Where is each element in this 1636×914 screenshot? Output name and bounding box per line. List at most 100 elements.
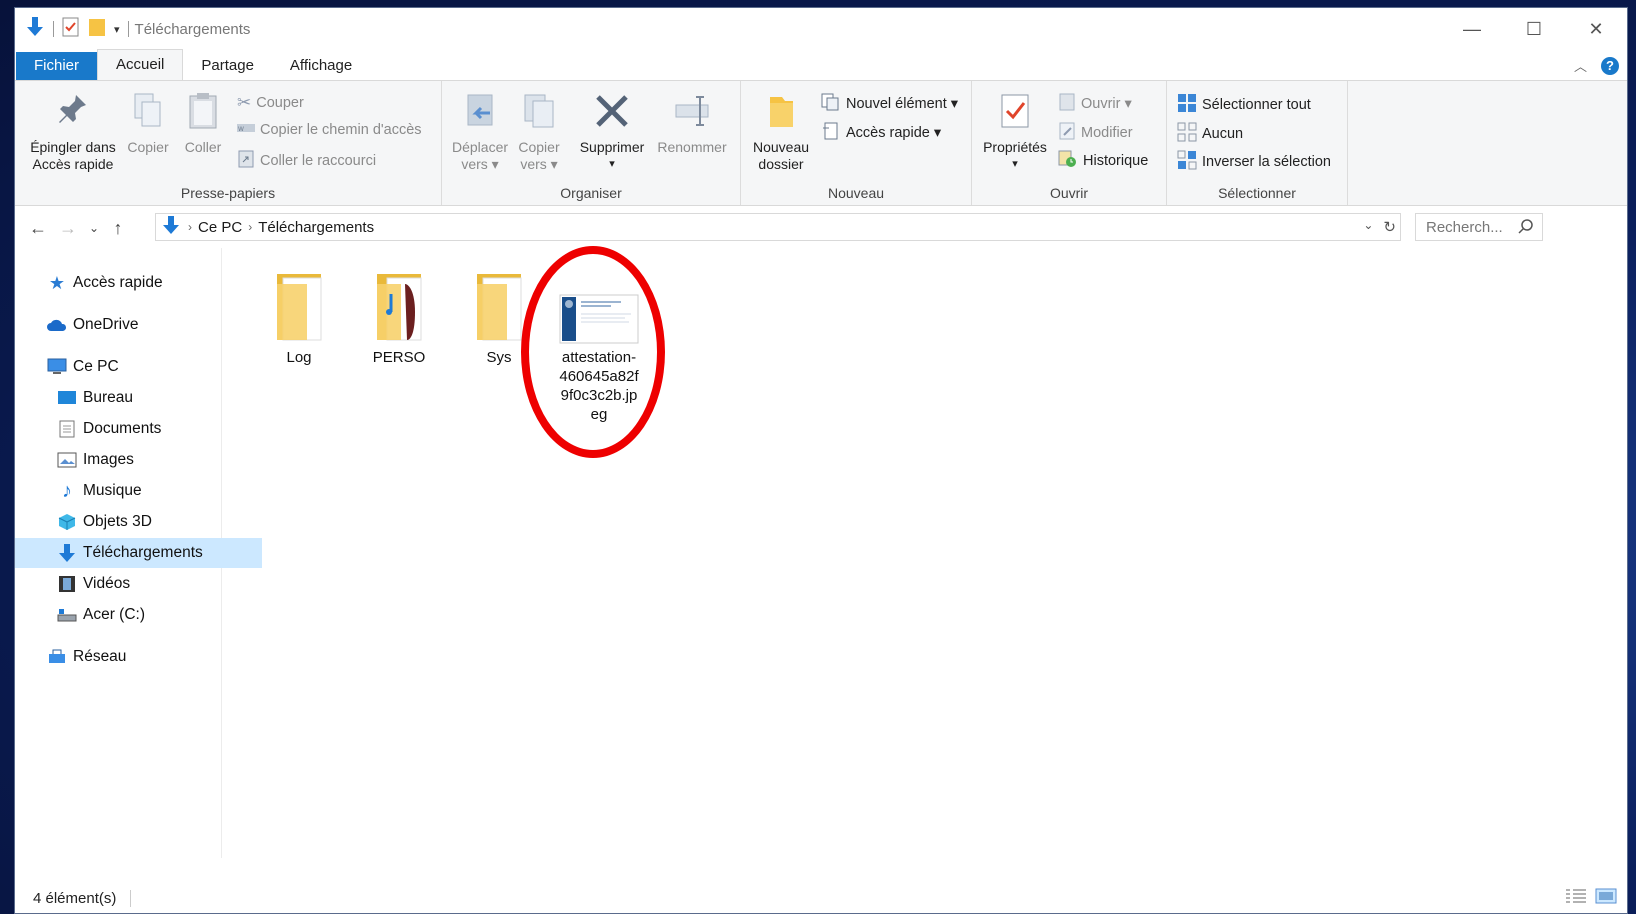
recent-locations-chevron-icon[interactable]: ⌄ (83, 221, 105, 235)
large-icons-view-icon[interactable] (1595, 888, 1617, 908)
paste-shortcut-button[interactable]: Coller le raccourci (237, 150, 376, 172)
copy-to-label-1: Copier (518, 139, 560, 155)
tab-affichage[interactable]: Affichage (272, 52, 370, 80)
folder-log[interactable]: Log (251, 266, 347, 367)
nav-label: Bureau (83, 389, 133, 406)
file-list: Log PERSO Sys attestation- 460645a82f 9f… (223, 248, 1627, 858)
ribbon-tabs: Fichier Accueil Partage Affichage ︿ ? (15, 49, 1627, 80)
open-button[interactable]: Ouvrir ▾ (1058, 93, 1132, 115)
tab-partage[interactable]: Partage (183, 52, 272, 80)
download-arrow-icon (25, 16, 45, 42)
delete-dropdown-icon[interactable]: ▾ (574, 156, 650, 173)
copy-path-icon: W (237, 122, 255, 138)
copy-button[interactable]: Copier (123, 91, 173, 156)
rename-button[interactable]: Renommer (652, 91, 732, 156)
maximize-button[interactable]: ☐ (1503, 8, 1565, 50)
properties-label: Propriétés (983, 139, 1047, 155)
delete-button[interactable]: Supprimer ▾ (574, 91, 650, 173)
back-arrow-icon[interactable]: ← (23, 218, 53, 239)
refresh-icon[interactable]: ↻ (1383, 218, 1396, 236)
nav-label: Acer (C:) (83, 606, 145, 623)
history-icon (1058, 150, 1078, 172)
nav-item-quick-access[interactable]: ★ Accès rapide (15, 268, 252, 298)
window-title: Téléchargements (134, 20, 251, 38)
search-placeholder: Recherch... (1426, 218, 1503, 236)
star-icon: ★ (48, 272, 66, 293)
copy-path-button[interactable]: W Copier le chemin d'accès (237, 122, 422, 138)
help-icon[interactable]: ? (1601, 56, 1619, 75)
edit-label: Modifier (1081, 125, 1133, 141)
copy-to-button[interactable]: Copier vers ▾ (512, 91, 566, 173)
address-dropdown-icon[interactable]: ⌄ (1363, 218, 1373, 236)
minimize-button[interactable]: — (1441, 8, 1503, 50)
group-label-clipboard: Presse-papiers (180, 185, 276, 201)
file-name: PERSO (372, 349, 426, 366)
network-icon (47, 648, 67, 666)
folder-perso[interactable]: PERSO (351, 266, 447, 367)
group-open: Propriétés ▾ Ouvrir ▾ Modifier Historiqu… (972, 81, 1167, 205)
new-item-button[interactable]: Nouvel élément ▾ (821, 93, 958, 115)
details-view-icon[interactable] (1565, 888, 1587, 908)
breadcrumb-ce-pc[interactable]: Ce PC (198, 219, 242, 236)
select-all-icon (1177, 93, 1197, 117)
group-organize: Déplacer vers ▾ Copier vers ▾ Supprimer … (442, 81, 741, 205)
group-new: Nouveau dossier Nouvel élément ▾ Accès r… (741, 81, 972, 205)
cube-3d-icon (57, 513, 77, 531)
documents-icon (57, 420, 77, 438)
invert-selection-button[interactable]: Inverser la sélection (1177, 150, 1331, 174)
nav-label: OneDrive (73, 316, 139, 333)
highlight-circle (521, 246, 665, 458)
paste-button[interactable]: Coller (175, 91, 231, 156)
move-label-2: vers ▾ (461, 156, 499, 172)
nav-item-reseau[interactable]: Réseau (15, 642, 252, 672)
properties-icon (976, 91, 1054, 135)
select-none-button[interactable]: Aucun (1177, 122, 1243, 146)
nav-label: Accès rapide (73, 274, 163, 291)
tab-accueil[interactable]: Accueil (97, 49, 184, 80)
select-all-label: Sélectionner tout (1202, 97, 1311, 113)
nav-label: Ce PC (73, 358, 119, 375)
nav-item-onedrive[interactable]: OneDrive (15, 310, 252, 340)
breadcrumb-chevron-icon[interactable]: › (248, 220, 252, 234)
properties-check-icon[interactable] (62, 17, 80, 41)
move-to-icon (448, 91, 512, 135)
close-button[interactable]: ✕ (1565, 8, 1627, 50)
easy-access-button[interactable]: Accès rapide ▾ (821, 122, 941, 144)
nav-item-ce-pc[interactable]: Ce PC (15, 352, 252, 382)
new-folder-icon[interactable] (88, 17, 106, 41)
breadcrumb-telechargements[interactable]: Téléchargements (258, 219, 374, 236)
group-select: Sélectionner tout Aucun Inverser la séle… (1167, 81, 1348, 205)
properties-button[interactable]: Propriétés ▾ (976, 91, 1054, 173)
edit-icon (1058, 122, 1076, 144)
cut-button[interactable]: ✂ Couper (237, 93, 304, 113)
collapse-ribbon-icon[interactable]: ︿ (1574, 56, 1587, 75)
address-bar[interactable]: › Ce PC › Téléchargements ⌄ ↻ (155, 213, 1401, 241)
tab-fichier[interactable]: Fichier (16, 52, 98, 80)
nav-label: Documents (83, 420, 162, 437)
properties-dropdown-icon[interactable]: ▾ (976, 156, 1054, 173)
customize-dropdown-icon[interactable]: ▾ (114, 23, 120, 36)
new-item-icon (821, 93, 841, 115)
edit-button[interactable]: Modifier (1058, 122, 1133, 144)
select-all-button[interactable]: Sélectionner tout (1177, 93, 1311, 117)
search-box[interactable]: Recherch... (1415, 213, 1543, 241)
breadcrumb-chevron-icon[interactable]: › (188, 220, 192, 234)
easy-access-icon (821, 122, 841, 144)
desktop-icon (57, 389, 77, 407)
forward-arrow-icon[interactable]: → (53, 218, 83, 239)
pictures-icon (57, 451, 77, 469)
film-icon (57, 575, 77, 593)
pin-quick-access-button[interactable]: Épingler dans Accès rapide (23, 91, 123, 173)
copy-to-icon (512, 91, 566, 135)
computer-icon (47, 358, 67, 376)
group-label-open: Ouvrir (1049, 185, 1089, 201)
history-button[interactable]: Historique (1058, 150, 1148, 172)
separator (53, 21, 54, 37)
paste-shortcut-icon (237, 150, 255, 172)
move-to-button[interactable]: Déplacer vers ▾ (448, 91, 512, 173)
select-none-label: Aucun (1202, 126, 1244, 142)
select-none-icon (1177, 122, 1197, 146)
separator (127, 21, 129, 37)
up-arrow-icon[interactable]: ↑ (105, 218, 131, 239)
new-folder-button[interactable]: Nouveau dossier (745, 91, 817, 173)
